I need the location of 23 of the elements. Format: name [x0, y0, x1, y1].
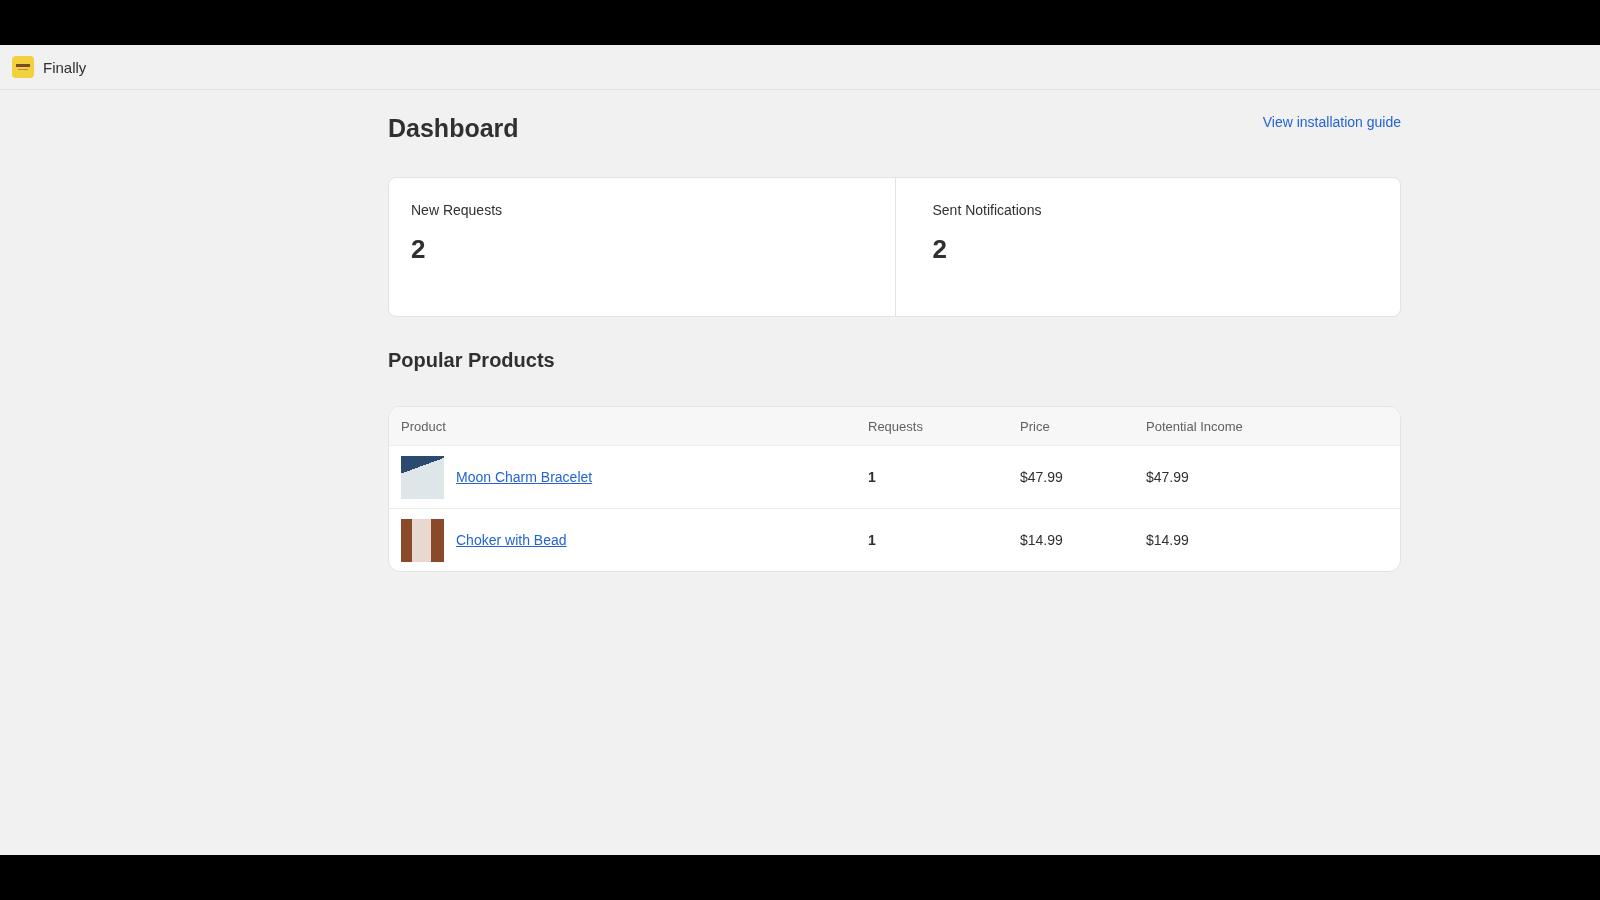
table-cell-text: $47.99 [1146, 469, 1190, 485]
table-cell-text: $14.99 [1020, 532, 1064, 548]
table-cell-text: 1 [868, 469, 877, 485]
stat-value: 2 [411, 234, 427, 265]
stat-value: 2 [932, 234, 948, 265]
installation-guide-link[interactable]: View installation guide [1262, 114, 1401, 130]
product-link[interactable]: Moon Charm Bracelet [456, 469, 593, 485]
column-header: Requests [868, 418, 924, 434]
table-cell-text: $14.99 [1146, 532, 1190, 548]
page-title: Dashboard [388, 114, 519, 143]
column-header: Potential Income [1146, 418, 1244, 434]
table-cell-text: 1 [868, 532, 877, 548]
table-cell-text: $47.99 [1020, 469, 1064, 485]
stat-label: New Requests [411, 202, 504, 218]
app-name: Finally [43, 58, 87, 76]
column-header: Product [401, 418, 447, 434]
product-photo-placeholder [401, 518, 444, 562]
section-title: Popular Products [388, 349, 556, 372]
column-header: Price [1020, 418, 1051, 434]
product-link[interactable]: Choker with Bead [456, 532, 567, 548]
stat-label: Sent Notifications [932, 202, 1043, 218]
app-logo-icon [12, 56, 34, 78]
product-photo-placeholder [401, 455, 444, 499]
